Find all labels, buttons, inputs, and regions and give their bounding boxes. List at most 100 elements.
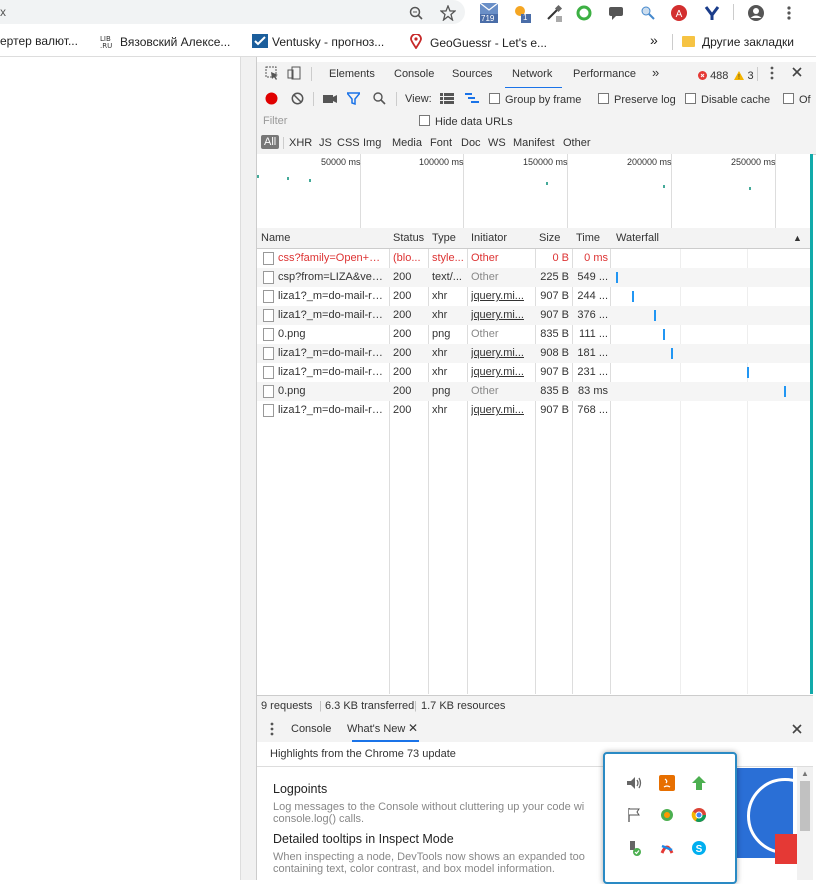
cell-initiator[interactable]: jquery.mi...: [471, 347, 533, 359]
zoom-icon[interactable]: [405, 2, 427, 24]
hide-data-urls-checkbox[interactable]: Hide data URLs: [419, 115, 513, 128]
chrome-icon[interactable]: [690, 806, 708, 824]
type-img[interactable]: Img: [363, 137, 381, 149]
network-overview[interactable]: 50000 ms 100000 ms 150000 ms 200000 ms 2…: [257, 154, 813, 229]
close-tab-icon[interactable]: ✕: [408, 721, 418, 735]
waterfall-overview-icon[interactable]: [465, 93, 479, 107]
vpn-extension-icon[interactable]: [701, 2, 723, 24]
bookmark-item[interactable]: LIB .RU Вязовский Алексе...: [100, 34, 230, 50]
type-doc[interactable]: Doc: [461, 137, 481, 149]
page-scrollbar[interactable]: [240, 57, 257, 880]
circle-extension-icon[interactable]: [573, 2, 595, 24]
table-row[interactable]: css?family=Open+Sa... (blo... style... Othe…: [257, 249, 813, 268]
omnibox[interactable]: x: [0, 0, 465, 24]
table-row[interactable]: liza1?_m=do-mail-re... 200 xhr jquery.mi...…: [257, 401, 813, 420]
drawer-tab-console[interactable]: Console: [291, 723, 331, 735]
column-header-size[interactable]: Size: [539, 232, 560, 244]
large-rows-icon[interactable]: [440, 93, 454, 107]
type-ws[interactable]: WS: [488, 137, 506, 149]
other-bookmarks-folder[interactable]: Другие закладки: [682, 34, 794, 49]
type-js[interactable]: JS: [319, 137, 332, 149]
column-header-status[interactable]: Status: [393, 232, 424, 244]
type-css[interactable]: CSS: [337, 137, 360, 149]
close-devtools-icon[interactable]: [791, 66, 803, 81]
utility-icon[interactable]: [658, 839, 676, 857]
feature-title[interactable]: Detailed tooltips in Inspect Mode: [273, 832, 454, 846]
java-icon[interactable]: [658, 774, 676, 792]
skype-icon[interactable]: S: [690, 839, 708, 857]
screenshot-camera-icon[interactable]: [323, 93, 337, 107]
type-manifest[interactable]: Manifest: [513, 137, 555, 149]
drawer-menu-icon[interactable]: [269, 722, 275, 739]
column-header-waterfall[interactable]: Waterfall: [616, 232, 659, 244]
tab-network[interactable]: Network: [512, 68, 552, 80]
devtools-menu-icon[interactable]: [769, 66, 775, 83]
search-icon[interactable]: [373, 92, 386, 108]
bookmark-item[interactable]: Ventusky - прогноз...: [252, 34, 384, 49]
device-toolbar-icon[interactable]: [287, 66, 301, 83]
usb-safe-remove-icon[interactable]: [625, 839, 643, 857]
table-row[interactable]: liza1?_m=do-mail-re... 200 xhr jquery.mi...…: [257, 363, 813, 382]
inspect-element-icon[interactable]: [265, 66, 279, 83]
cell-initiator[interactable]: jquery.mi...: [471, 309, 533, 321]
star-icon[interactable]: [437, 2, 459, 24]
speaker-icon[interactable]: [625, 774, 643, 792]
cell-time: 244 ...: [577, 290, 608, 302]
drawer-scrollbar[interactable]: ▲: [797, 767, 813, 880]
table-row[interactable]: liza1?_m=do-mail-re... 200 xhr jquery.mi...…: [257, 344, 813, 363]
tab-console[interactable]: Console: [394, 68, 434, 80]
tray-app-icon[interactable]: [658, 806, 676, 824]
offline-checkbox[interactable]: Of: [783, 93, 811, 106]
scroll-thumb[interactable]: [800, 781, 810, 831]
column-header-name[interactable]: Name: [261, 232, 290, 244]
clear-icon[interactable]: [291, 92, 304, 108]
type-media[interactable]: Media: [392, 137, 422, 149]
close-drawer-icon[interactable]: [791, 723, 803, 738]
menu-icon[interactable]: [778, 2, 800, 24]
mail-extension-icon[interactable]: 719: [477, 2, 501, 24]
column-header-time[interactable]: Time: [576, 232, 600, 244]
disable-cache-checkbox[interactable]: Disable cache: [685, 93, 770, 106]
type-other[interactable]: Other: [563, 137, 591, 149]
profile-icon[interactable]: [745, 2, 767, 24]
sort-ascending-icon[interactable]: ▲: [793, 233, 802, 243]
column-header-type[interactable]: Type: [432, 232, 456, 244]
weather-extension-icon[interactable]: 1: [510, 2, 532, 24]
preserve-log-checkbox[interactable]: Preserve log: [598, 93, 676, 106]
search-extension-icon[interactable]: [637, 2, 659, 24]
tab-performance[interactable]: Performance: [573, 68, 636, 80]
type-font[interactable]: Font: [430, 137, 452, 149]
update-arrow-icon[interactable]: [690, 774, 708, 792]
network-status-bar: 9 requests | 6.3 KB transferred | 1.7 KB…: [257, 695, 813, 717]
cell-initiator[interactable]: jquery.mi...: [471, 404, 533, 416]
filter-input[interactable]: Filter: [263, 115, 287, 127]
error-count-badge[interactable]: 488 ! 3: [698, 70, 754, 82]
scroll-up-icon[interactable]: ▲: [801, 769, 809, 778]
feature-title[interactable]: Logpoints: [273, 782, 327, 796]
type-xhr[interactable]: XHR: [289, 137, 312, 149]
more-tabs-button[interactable]: »: [652, 65, 659, 80]
type-all[interactable]: All: [261, 135, 280, 149]
table-row[interactable]: liza1?_m=do-mail-re... 200 xhr jquery.mi...…: [257, 306, 813, 325]
table-row[interactable]: 0.png 200 png Other 835 B 83 ms: [257, 382, 813, 401]
table-row[interactable]: 0.png 200 png Other 835 B 111 ...: [257, 325, 813, 344]
bookmark-item[interactable]: GeoGuessr - Let's e...: [410, 33, 547, 50]
bookmark-item[interactable]: ертер валют...: [0, 34, 78, 48]
column-header-initiator[interactable]: Initiator: [471, 232, 507, 244]
group-by-frame-checkbox[interactable]: Group by frame: [489, 93, 581, 106]
bookmarks-overflow-button[interactable]: »: [650, 32, 658, 48]
cell-initiator[interactable]: jquery.mi...: [471, 290, 533, 302]
cell-initiator[interactable]: jquery.mi...: [471, 366, 533, 378]
tab-sources[interactable]: Sources: [452, 68, 492, 80]
cell-name: csp?from=LIZA&vers...: [278, 271, 386, 283]
eyedropper-extension-icon[interactable]: [543, 2, 565, 24]
chat-extension-icon[interactable]: [605, 2, 627, 24]
table-row[interactable]: liza1?_m=do-mail-re... 200 xhr jquery.mi...…: [257, 287, 813, 306]
record-button[interactable]: [265, 92, 278, 108]
filter-icon[interactable]: [345, 92, 362, 108]
drawer-tab-whats-new[interactable]: What's New: [347, 723, 405, 735]
adblock-extension-icon[interactable]: A: [668, 2, 690, 24]
tab-elements[interactable]: Elements: [329, 68, 375, 80]
flag-icon[interactable]: [625, 806, 643, 824]
table-row[interactable]: csp?from=LIZA&vers... 200 text/... Other 225…: [257, 268, 813, 287]
